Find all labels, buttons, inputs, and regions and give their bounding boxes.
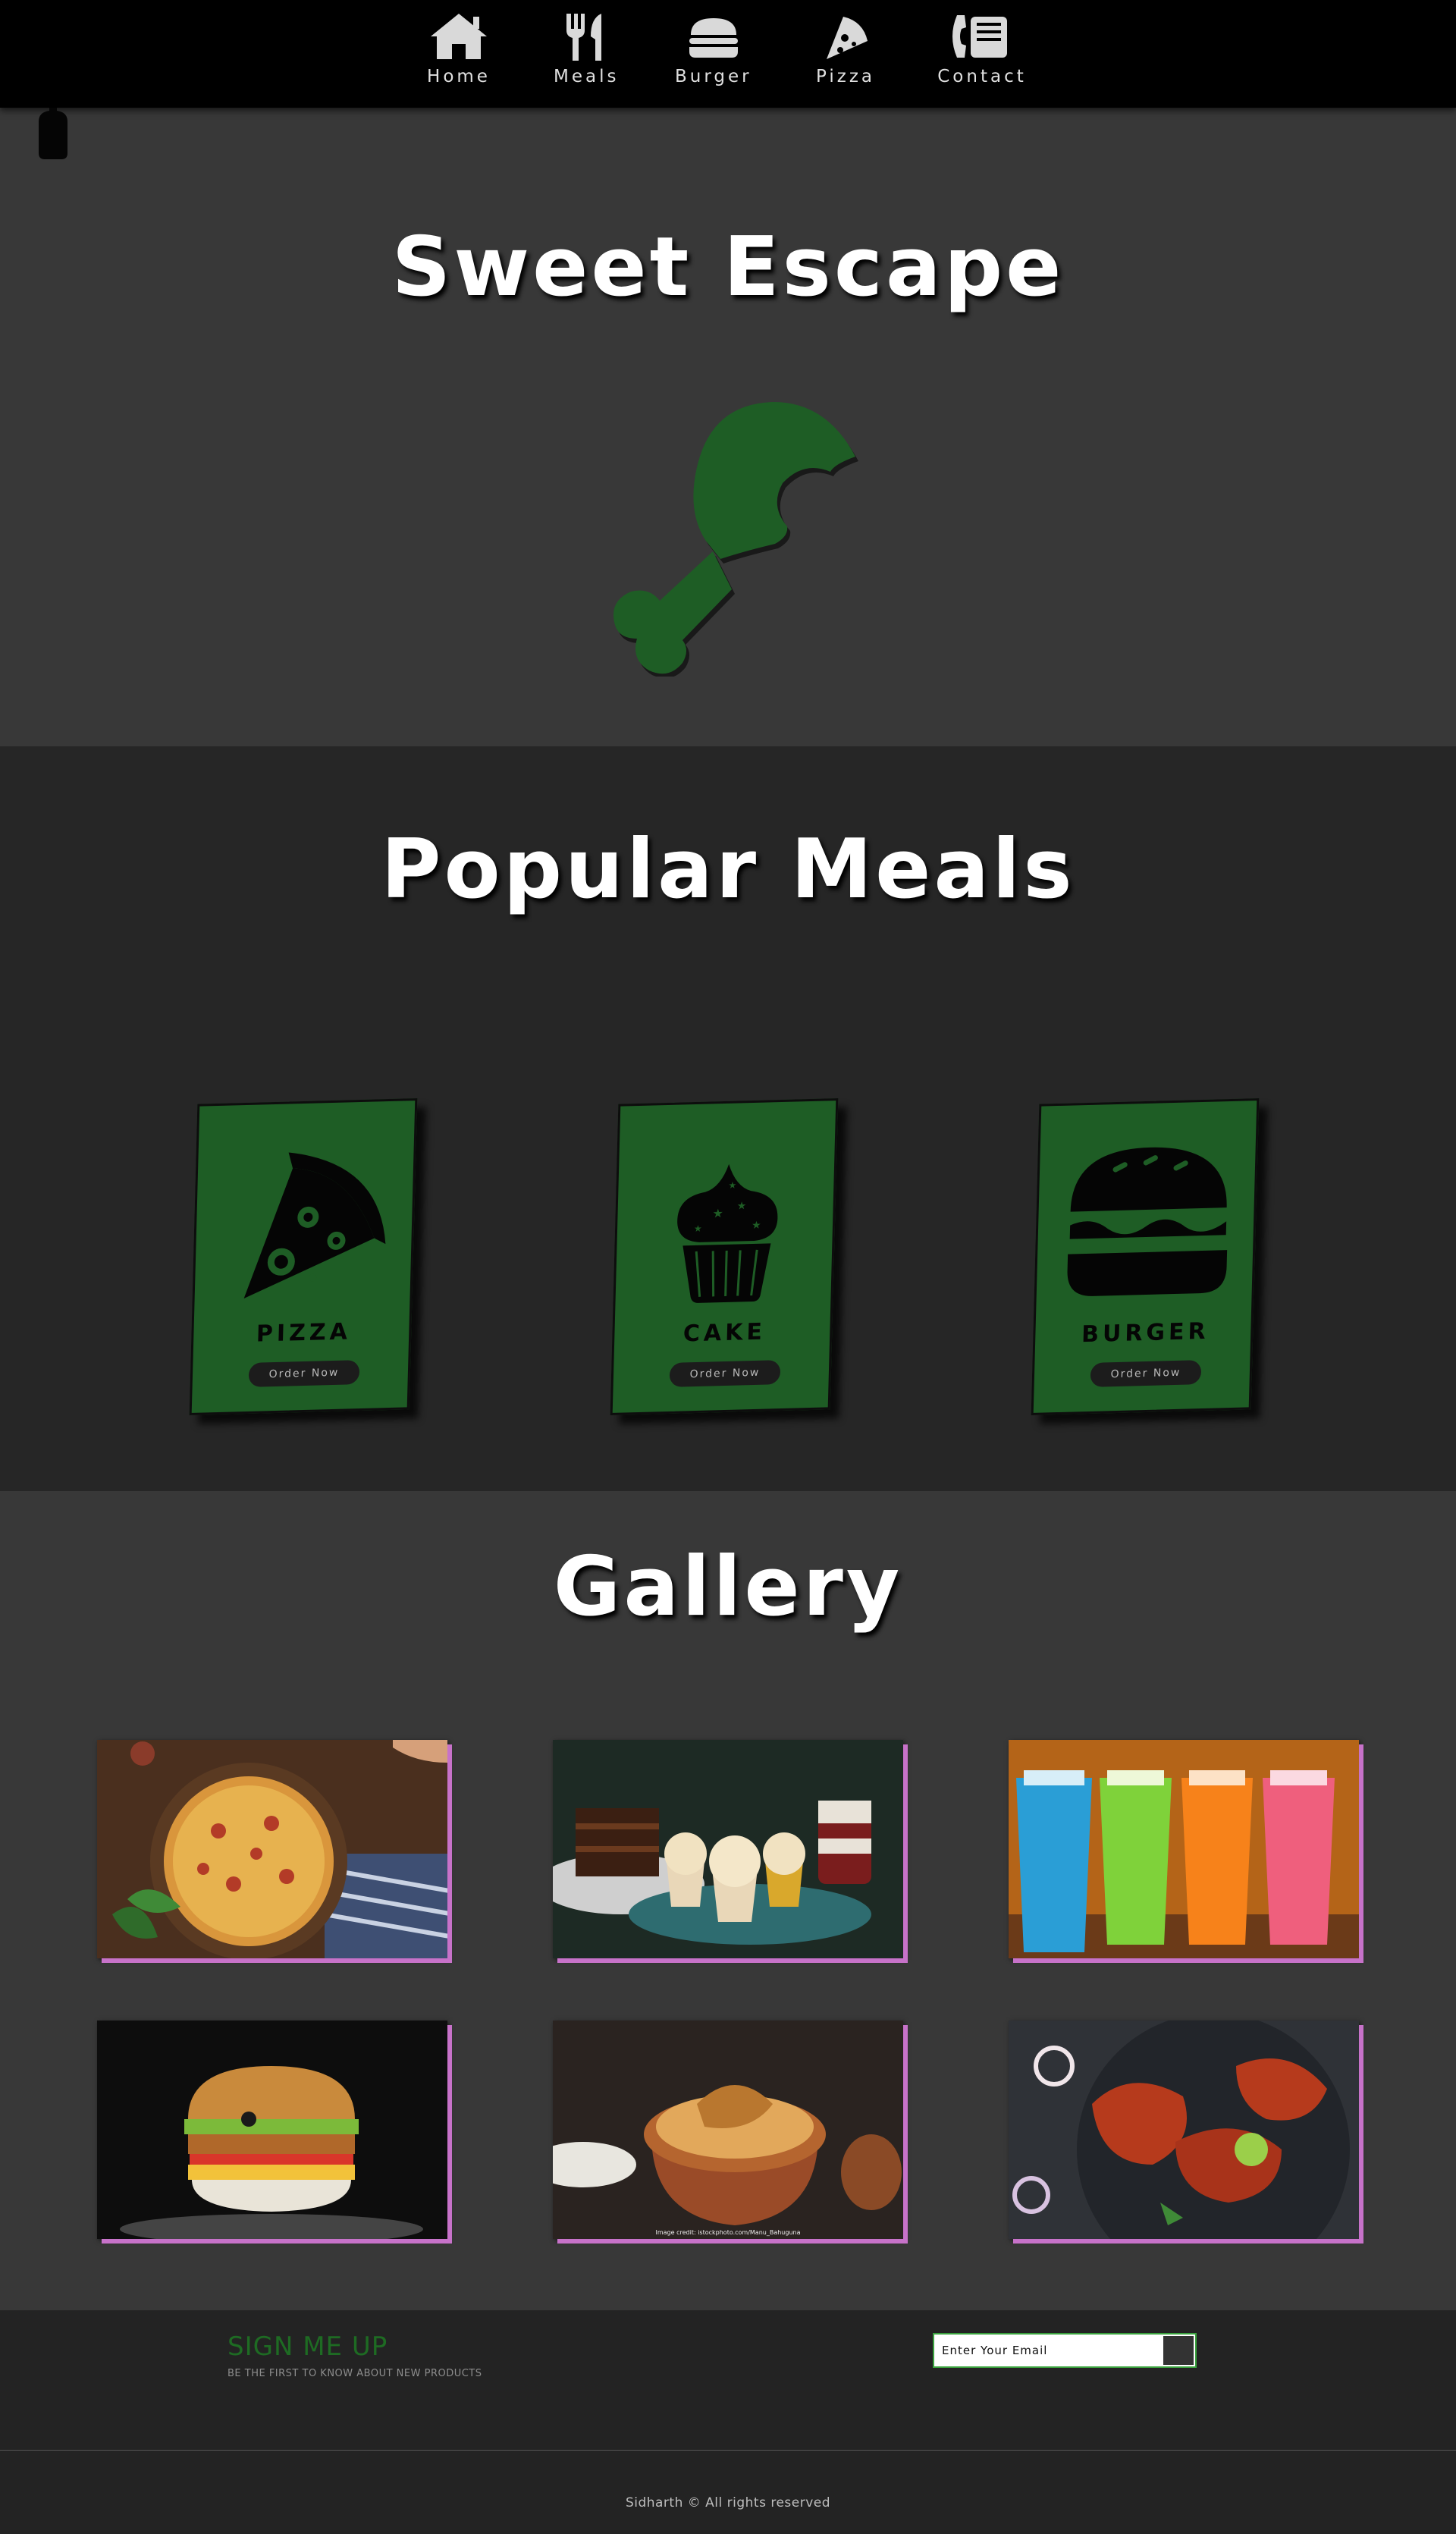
- meal-card-burger[interactable]: BURGER Order Now: [1031, 1098, 1260, 1415]
- hero-title: Sweet Escape: [391, 220, 1065, 315]
- popular-meals-title: Popular Meals: [381, 822, 1075, 917]
- nav-item-contact[interactable]: Contact: [937, 11, 1027, 86]
- drinks-photo: [1009, 1740, 1359, 1958]
- meal-card-cake[interactable]: ★ ★ ★ ★ ★ CAKE Order Now: [610, 1098, 839, 1415]
- hero-section: Sweet Escape: [0, 108, 1456, 746]
- burger-photo: [97, 2021, 447, 2239]
- tandoori-chicken-photo: [1009, 2021, 1359, 2239]
- nav-label-meals: Meals: [554, 67, 620, 86]
- gallery-image-desserts[interactable]: [553, 1740, 903, 1958]
- svg-text:★: ★: [712, 1206, 723, 1220]
- phone-icon: [952, 15, 1007, 58]
- biryani-photo: Image credit: istockphoto.com/Manu_Bahug…: [553, 2021, 903, 2239]
- email-submit-button[interactable]: [1163, 2336, 1194, 2365]
- signup-title: SIGN ME UP: [228, 2331, 388, 2362]
- hamburger-icon: [1067, 1147, 1228, 1296]
- nav-label-pizza: Pizza: [816, 67, 875, 86]
- order-now-button[interactable]: Order Now: [1090, 1360, 1202, 1387]
- side-menu-tab[interactable]: [36, 108, 71, 161]
- desserts-photo: [553, 1740, 903, 1958]
- gallery-title: Gallery: [553, 1540, 903, 1634]
- meal-name-pizza: PIZZA: [256, 1318, 352, 1348]
- order-now-button[interactable]: Order Now: [248, 1360, 360, 1387]
- home-icon: [431, 14, 487, 59]
- svg-text:★: ★: [694, 1223, 702, 1234]
- footer: SIGN ME UP BE THE FIRST TO KNOW ABOUT NE…: [0, 2310, 1456, 2534]
- gallery-image-pizza[interactable]: [97, 1740, 447, 1958]
- nav-item-home[interactable]: Home: [426, 11, 491, 86]
- nav-label-burger: Burger: [675, 67, 752, 86]
- pizza-slice-icon: [243, 1152, 386, 1299]
- gallery-image-burger[interactable]: [97, 2021, 447, 2239]
- gallery-image-tandoori[interactable]: [1009, 2021, 1359, 2239]
- popular-meals-section: Popular Meals PIZZA Order Now ★ ★ ★ ★ ★ …: [0, 746, 1456, 1491]
- copyright-text: Sidharth © All rights reserved: [625, 2495, 831, 2510]
- email-signup-form: [933, 2333, 1197, 2368]
- meal-name-cake: CAKE: [682, 1318, 767, 1348]
- footer-divider: [0, 2450, 1456, 2451]
- image-credit: Image credit: istockphoto.com/Manu_Bahug…: [655, 2229, 800, 2236]
- nav-label-home: Home: [427, 67, 491, 86]
- pizza-icon: [827, 17, 868, 59]
- meal-card-pizza[interactable]: PIZZA Order Now: [189, 1098, 418, 1415]
- nav-label-contact: Contact: [937, 67, 1027, 86]
- gallery-image-drinks[interactable]: [1009, 1740, 1359, 1958]
- utensils-icon: [566, 14, 602, 61]
- meal-name-burger: BURGER: [1081, 1317, 1210, 1349]
- svg-text:★: ★: [752, 1220, 761, 1232]
- svg-text:★: ★: [728, 1180, 736, 1191]
- nav-item-pizza[interactable]: Pizza: [811, 11, 880, 86]
- svg-text:★: ★: [737, 1200, 747, 1212]
- pizza-photo: [97, 1740, 447, 1958]
- cupcake-icon: ★ ★ ★ ★ ★: [677, 1163, 778, 1303]
- top-navbar: Home Meals Burger Pizza Contact: [0, 0, 1456, 108]
- drumstick-icon: [613, 402, 858, 677]
- order-now-button[interactable]: Order Now: [669, 1360, 781, 1387]
- burger-icon: [689, 18, 738, 58]
- nav-item-burger[interactable]: Burger: [675, 11, 752, 86]
- nav-item-meals[interactable]: Meals: [554, 11, 619, 86]
- signup-subtitle: BE THE FIRST TO KNOW ABOUT NEW PRODUCTS: [228, 2368, 482, 2379]
- email-input[interactable]: [937, 2338, 1150, 2363]
- gallery-image-biryani[interactable]: Image credit: istockphoto.com/Manu_Bahug…: [553, 2021, 903, 2239]
- gallery-section: Gallery Image credit: istockphoto.com/Ma…: [0, 1491, 1456, 2310]
